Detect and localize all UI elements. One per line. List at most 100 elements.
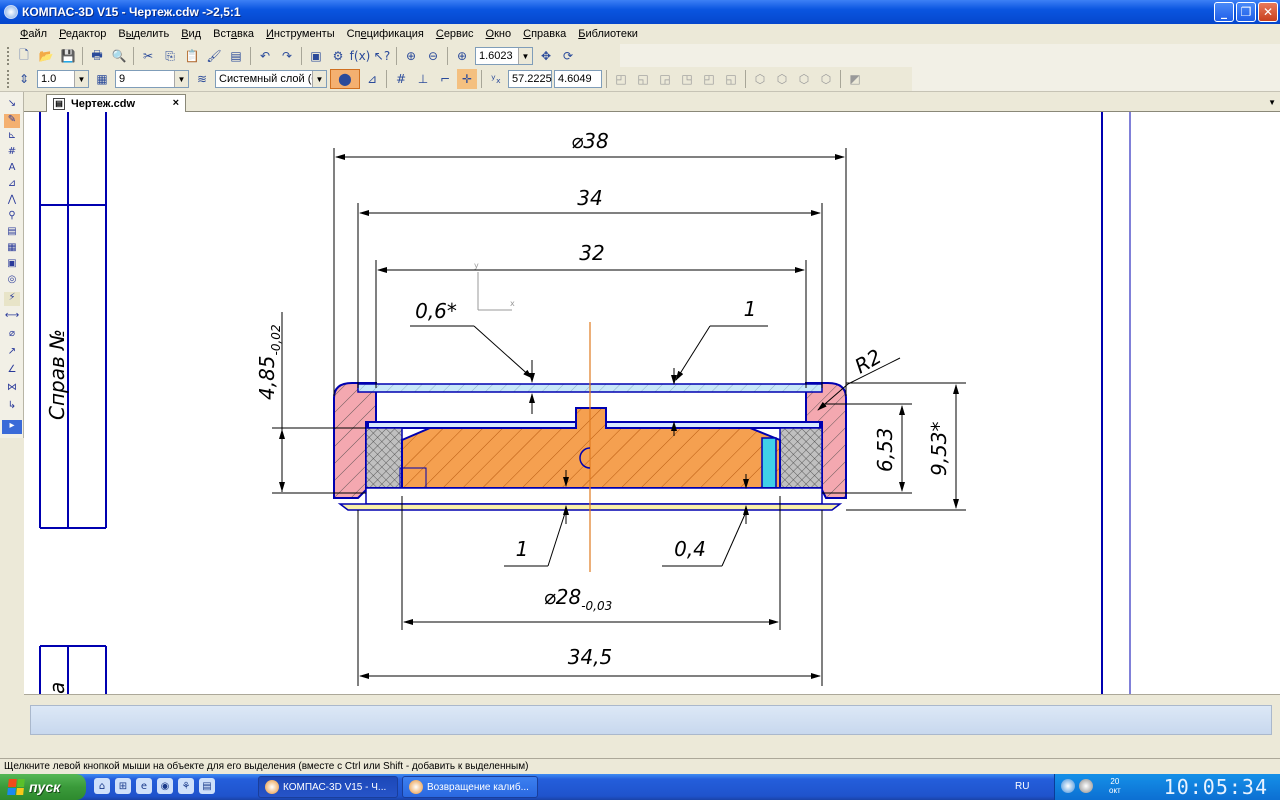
clock[interactable]: 10:05:34 xyxy=(1164,775,1268,799)
select-icon[interactable]: ⚲ xyxy=(4,210,20,224)
help-pointer-icon[interactable]: ↖? xyxy=(372,46,392,66)
spec-icon[interactable]: ▤ xyxy=(4,226,20,240)
radius-dim-icon[interactable]: ↗ xyxy=(4,346,20,360)
dim-06[interactable]: 0,6* xyxy=(415,299,457,323)
chevron-down-icon[interactable]: ▼ xyxy=(174,71,188,87)
restore-button[interactable]: ❐ xyxy=(1236,2,1256,22)
refresh-icon[interactable]: ⟳ xyxy=(558,46,578,66)
menu-item[interactable]: Справка xyxy=(517,28,572,40)
menu-item[interactable]: Инструменты xyxy=(260,28,341,40)
orthogonal-icon[interactable]: ⊿ xyxy=(362,69,382,89)
library-icon[interactable]: ⚙ xyxy=(328,46,348,66)
media-icon[interactable]: ◉ xyxy=(157,778,173,794)
menu-item[interactable]: Спецификация xyxy=(341,28,430,40)
menu-item[interactable]: Редактор xyxy=(53,28,112,40)
task-kompas[interactable]: КОМПАС-3D V15 - Ч... xyxy=(258,776,398,798)
fragment-icon[interactable]: ▣ xyxy=(4,258,20,272)
paste-icon[interactable]: 📋 xyxy=(182,46,202,66)
view-orientation-icon[interactable]: ◰ xyxy=(611,69,631,89)
geometry-icon[interactable]: ↘ xyxy=(4,98,20,112)
cube-front-icon[interactable]: ◱ xyxy=(633,69,653,89)
param-icon[interactable]: ⊿ xyxy=(4,178,20,192)
dim-04[interactable]: 0,4 xyxy=(674,537,706,561)
chevron-down-icon[interactable]: ▼ xyxy=(312,71,326,87)
toolbar-grip[interactable] xyxy=(7,47,10,65)
iso-view-4-icon[interactable]: ⬡ xyxy=(816,69,836,89)
format-brush-icon[interactable]: 🖌 xyxy=(204,46,224,66)
doc-icon[interactable]: ▤ xyxy=(199,778,215,794)
line-tool-icon[interactable]: ⚡ xyxy=(4,292,20,306)
dim-653[interactable]: 6,53 xyxy=(873,427,897,472)
designations-icon[interactable]: A xyxy=(4,162,20,176)
dim-32[interactable]: 32 xyxy=(579,241,604,265)
dimensions-icon[interactable]: ⊾ xyxy=(4,130,20,144)
view-number-icon[interactable]: ▦ xyxy=(92,69,112,89)
ortho-mode-icon[interactable]: ⌐ xyxy=(435,69,455,89)
dim-345[interactable]: 34,5 xyxy=(568,645,613,669)
close-button[interactable]: ✕ xyxy=(1258,2,1278,22)
zoom-in-icon[interactable]: ⊕ xyxy=(452,46,472,66)
report-icon[interactable]: ▦ xyxy=(4,242,20,256)
iso-view-2-icon[interactable]: ⬡ xyxy=(772,69,792,89)
tab-drawing[interactable]: ▤ Чертеж.cdw × xyxy=(46,94,186,113)
dim-d38[interactable]: ⌀38 xyxy=(571,129,609,153)
dim-485[interactable]: 4,85-0,02 xyxy=(255,324,283,400)
drawing-canvas[interactable]: Справ № а y x ⌀38 34 32 0,6* 1 R2 4,85-0… xyxy=(24,112,1280,694)
menu-item[interactable]: Вставка xyxy=(207,28,260,40)
chain-dim-icon[interactable]: ⋈ xyxy=(4,382,20,396)
shading-icon[interactable]: ◩ xyxy=(845,69,865,89)
properties-icon[interactable]: ▤ xyxy=(226,46,246,66)
style-color-icon[interactable]: ⬤ xyxy=(330,69,360,89)
tab-close-icon[interactable]: × xyxy=(173,97,179,109)
dim-34[interactable]: 34 xyxy=(577,186,602,210)
grid-icon[interactable]: # xyxy=(391,69,411,89)
menu-item[interactable]: Файл xyxy=(14,28,53,40)
tool-icon[interactable]: ⚘ xyxy=(178,778,194,794)
coord-y-field[interactable]: 4.6049 xyxy=(554,70,602,88)
copy-icon[interactable]: ⎘ xyxy=(160,46,180,66)
cube-left-icon[interactable]: ◳ xyxy=(677,69,697,89)
diameter-dim-icon[interactable]: ⌀ xyxy=(4,328,20,342)
new-document-icon[interactable]: 🗋 xyxy=(14,46,34,66)
hatch-icon[interactable]: # xyxy=(4,146,20,160)
view-combo[interactable]: 9 ▼ xyxy=(115,70,189,88)
dim-r2[interactable]: R2 xyxy=(851,344,886,378)
manager-icon[interactable]: ▣ xyxy=(306,46,326,66)
coordinates-icon[interactable]: ʸₓ xyxy=(486,69,506,89)
redo-icon[interactable]: ↷ xyxy=(277,46,297,66)
zoom-window-icon[interactable]: ⊕ xyxy=(401,46,421,66)
minimize-button[interactable]: _ xyxy=(1214,2,1234,22)
edit-icon[interactable]: ✎ xyxy=(4,114,20,128)
ie-icon[interactable]: e xyxy=(136,778,152,794)
coord-x-field[interactable]: 57.2225 xyxy=(508,70,552,88)
print-icon[interactable]: 🖶 xyxy=(87,46,107,66)
dim-1-bottom[interactable]: 1 xyxy=(516,537,529,561)
zoom-out-icon[interactable]: ⊖ xyxy=(423,46,443,66)
cube-back-icon[interactable]: ◲ xyxy=(655,69,675,89)
menu-item[interactable]: Сервис xyxy=(430,28,480,40)
panel-expand-icon[interactable]: ▸ xyxy=(2,420,22,434)
chevron-down-icon[interactable]: ▼ xyxy=(74,71,88,87)
start-button[interactable]: пуск xyxy=(0,774,86,800)
angle-dim-icon[interactable]: ∠ xyxy=(4,364,20,378)
layer-icon[interactable]: ≋ xyxy=(192,69,212,89)
local-cs-icon[interactable]: ⊥ xyxy=(413,69,433,89)
iso-view-icon[interactable]: ⬡ xyxy=(750,69,770,89)
chevron-down-icon[interactable]: ▼ xyxy=(518,48,532,64)
iso-view-3-icon[interactable]: ⬡ xyxy=(794,69,814,89)
menu-item[interactable]: Вид xyxy=(175,28,207,40)
pan-icon[interactable]: ✥ xyxy=(536,46,556,66)
part-section[interactable] xyxy=(333,322,847,572)
network-icon[interactable]: ⊞ xyxy=(115,778,131,794)
tray-kompas-icon[interactable] xyxy=(1061,779,1075,793)
menu-item[interactable]: Выделить xyxy=(112,28,175,40)
leader-icon[interactable]: ↳ xyxy=(4,400,20,414)
title-bar[interactable]: КОМПАС-3D V15 - Чертеж.cdw ->2,5:1 _ ❐ ✕ xyxy=(0,0,1280,24)
cube-right-icon[interactable]: ◰ xyxy=(699,69,719,89)
snap-icon[interactable]: ✛ xyxy=(457,69,477,89)
undo-icon[interactable]: ↶ xyxy=(255,46,275,66)
tray-network-icon[interactable] xyxy=(1079,779,1093,793)
toolbar-grip[interactable] xyxy=(7,70,10,88)
zoom-combo[interactable]: 1.6023 ▼ xyxy=(475,47,533,65)
preview-icon[interactable]: 🔍 xyxy=(109,46,129,66)
